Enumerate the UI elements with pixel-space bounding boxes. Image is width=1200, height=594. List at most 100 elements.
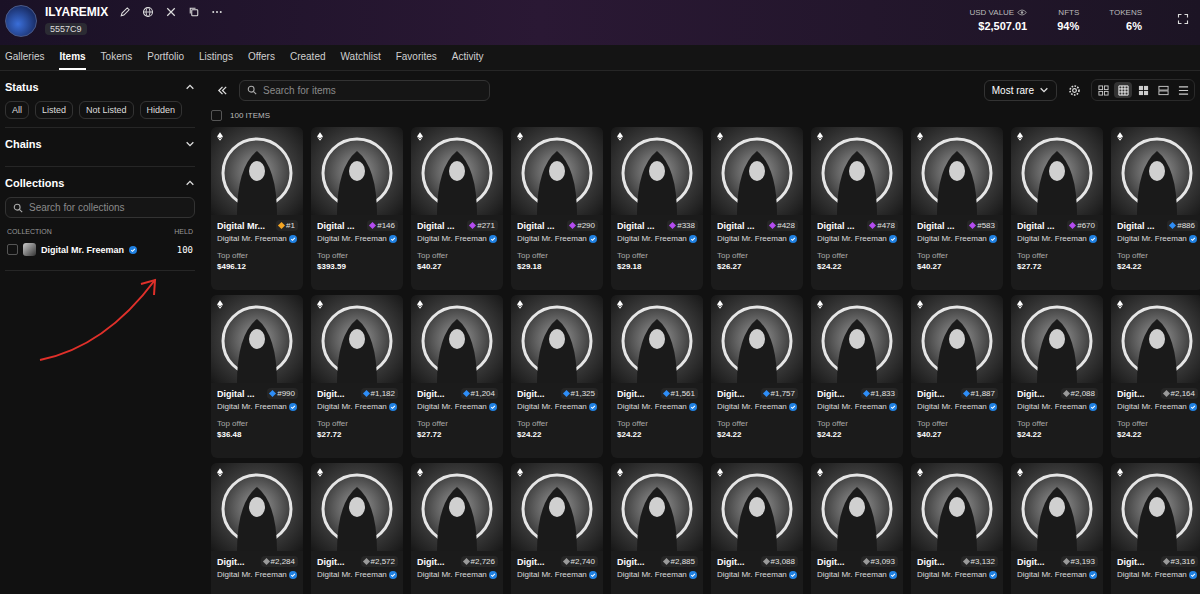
globe-icon[interactable] — [142, 6, 154, 18]
offer-label: Top offer — [217, 419, 298, 428]
pencil-icon[interactable] — [119, 6, 131, 18]
profile-info: ILYAREMIX 5557C9 — [5, 5, 223, 37]
hooded-figure-icon — [811, 295, 903, 383]
nft-card[interactable]: Digit... #2,164 Digital Mr. Freeman Top … — [1111, 295, 1200, 458]
status-option[interactable]: Not Listed — [79, 101, 134, 119]
search-icon — [13, 203, 23, 213]
collection-row[interactable]: Digital Mr. Freeman 100 — [5, 241, 195, 262]
nft-title: Digital ... — [917, 221, 955, 231]
nft-card[interactable]: Digital ... #338 Digital Mr. Freeman Top… — [611, 127, 703, 290]
tab[interactable]: Galleries — [5, 48, 44, 70]
checkbox[interactable] — [7, 244, 18, 255]
ethereum-icon — [617, 468, 623, 477]
nft-card[interactable]: Digit... #1,887 Digital Mr. Freeman Top … — [911, 295, 1003, 458]
nft-card[interactable]: Digit... #3,316 Digital Mr. Freeman — [1111, 463, 1200, 594]
items-toolbar: Search for items Most rare — [211, 79, 1200, 101]
nft-card[interactable]: Digit... #1,561 Digital Mr. Freeman Top … — [611, 295, 703, 458]
status-option[interactable]: Listed — [35, 101, 73, 119]
nft-collection: Digital Mr. Freeman — [1117, 570, 1198, 579]
view-option[interactable] — [1114, 82, 1132, 98]
rarity-badge: #2,740 — [561, 556, 598, 567]
nft-collection: Digital Mr. Freeman — [617, 402, 698, 411]
tab[interactable]: Favorites — [396, 48, 437, 70]
nft-card[interactable]: Digit... #3,132 Digital Mr. Freeman — [911, 463, 1003, 594]
nft-image — [511, 295, 603, 383]
sort-dropdown[interactable]: Most rare — [984, 80, 1057, 101]
x-logo-icon[interactable] — [165, 6, 177, 18]
nft-image — [811, 295, 903, 383]
nft-card[interactable]: Digital ... #583 Digital Mr. Freeman Top… — [911, 127, 1003, 290]
nft-title: Digit... — [717, 389, 745, 399]
status-option[interactable]: All — [5, 101, 29, 119]
nft-title: Digit... — [417, 389, 445, 399]
verified-icon — [989, 235, 997, 243]
eye-icon[interactable] — [1017, 9, 1027, 16]
nft-card[interactable]: Digit... #1,325 Digital Mr. Freeman Top … — [511, 295, 603, 458]
nft-image — [611, 463, 703, 551]
collection-search[interactable]: Search for collections — [5, 197, 195, 218]
nft-card[interactable]: Digital Mr... #1 Digital Mr. Freeman Top… — [211, 127, 303, 290]
section-header[interactable]: Chains — [5, 128, 195, 158]
status-option[interactable]: Hidden — [140, 101, 183, 119]
nft-card[interactable]: Digital ... #478 Digital Mr. Freeman Top… — [811, 127, 903, 290]
nft-card[interactable]: Digital ... #271 Digital Mr. Freeman Top… — [411, 127, 503, 290]
view-option[interactable] — [1174, 82, 1192, 98]
items-search[interactable]: Search for items — [239, 80, 490, 101]
nft-card[interactable]: Digit... #2,740 Digital Mr. Freeman — [511, 463, 603, 594]
nft-card[interactable]: Digit... #2,088 Digital Mr. Freeman Top … — [1011, 295, 1103, 458]
nft-card[interactable]: Digit... #2,572 Digital Mr. Freeman — [311, 463, 403, 594]
tab[interactable]: Tokens — [101, 48, 133, 70]
nft-card[interactable]: Digit... #2,284 Digital Mr. Freeman — [211, 463, 303, 594]
hooded-figure-icon — [611, 295, 703, 383]
tab[interactable]: Created — [290, 48, 326, 70]
hooded-figure-icon — [1011, 127, 1103, 215]
nft-card[interactable]: Digital ... #670 Digital Mr. Freeman Top… — [1011, 127, 1103, 290]
verified-icon — [589, 403, 597, 411]
verified-icon — [1189, 571, 1197, 579]
nft-card[interactable]: Digital ... #428 Digital Mr. Freeman Top… — [711, 127, 803, 290]
nft-title: Digit... — [617, 389, 645, 399]
settings-button[interactable] — [1063, 80, 1085, 100]
rarity-badge: #1,833 — [861, 388, 898, 399]
nft-card[interactable]: Digit... #2,726 Digital Mr. Freeman — [411, 463, 503, 594]
hooded-figure-icon — [211, 127, 303, 215]
nft-card[interactable]: Digit... #1,833 Digital Mr. Freeman Top … — [811, 295, 903, 458]
expand-button[interactable] — [1172, 8, 1194, 30]
address-badge[interactable]: 5557C9 — [45, 23, 87, 35]
view-option[interactable] — [1134, 82, 1152, 98]
tab[interactable]: Watchlist — [341, 48, 381, 70]
view-option[interactable] — [1154, 82, 1172, 98]
offer-price: $24.22 — [1117, 262, 1198, 271]
more-icon[interactable] — [211, 6, 223, 18]
nft-collection: Digital Mr. Freeman — [417, 234, 498, 243]
tab[interactable]: Offers — [248, 48, 275, 70]
tab[interactable]: Items — [59, 48, 85, 70]
select-all-checkbox[interactable] — [211, 110, 222, 121]
nft-card[interactable]: Digital ... #990 Digital Mr. Freeman Top… — [211, 295, 303, 458]
nft-card[interactable]: Digit... #2,885 Digital Mr. Freeman — [611, 463, 703, 594]
offer-price: $24.22 — [817, 430, 898, 439]
nft-card[interactable]: Digit... #1,757 Digital Mr. Freeman Top … — [711, 295, 803, 458]
tab[interactable]: Activity — [452, 48, 484, 70]
view-option[interactable] — [1094, 82, 1112, 98]
avatar[interactable] — [5, 5, 37, 37]
nft-image — [411, 127, 503, 215]
offer-price: $496.12 — [217, 262, 298, 271]
rarity-badge: #1,561 — [661, 388, 698, 399]
nft-card[interactable]: Digit... #3,193 Digital Mr. Freeman — [1011, 463, 1103, 594]
nft-card[interactable]: Digital ... #886 Digital Mr. Freeman Top… — [1111, 127, 1200, 290]
nft-card[interactable]: Digital ... #146 Digital Mr. Freeman Top… — [311, 127, 403, 290]
section-header[interactable]: Collections — [5, 167, 195, 197]
nft-card[interactable]: Digit... #1,182 Digital Mr. Freeman Top … — [311, 295, 403, 458]
copy-icon[interactable] — [188, 6, 200, 18]
nft-card[interactable]: Digit... #1,204 Digital Mr. Freeman Top … — [411, 295, 503, 458]
collapse-button[interactable] — [211, 80, 233, 100]
hooded-figure-icon — [511, 127, 603, 215]
nft-card[interactable]: Digital ... #290 Digital Mr. Freeman Top… — [511, 127, 603, 290]
nft-card[interactable]: Digit... #3,093 Digital Mr. Freeman — [811, 463, 903, 594]
tab[interactable]: Listings — [199, 48, 233, 70]
rarity-badge: #1,182 — [361, 388, 398, 399]
tab[interactable]: Portfolio — [147, 48, 184, 70]
section-header[interactable]: Status — [5, 71, 195, 101]
nft-card[interactable]: Digit... #3,088 Digital Mr. Freeman — [711, 463, 803, 594]
